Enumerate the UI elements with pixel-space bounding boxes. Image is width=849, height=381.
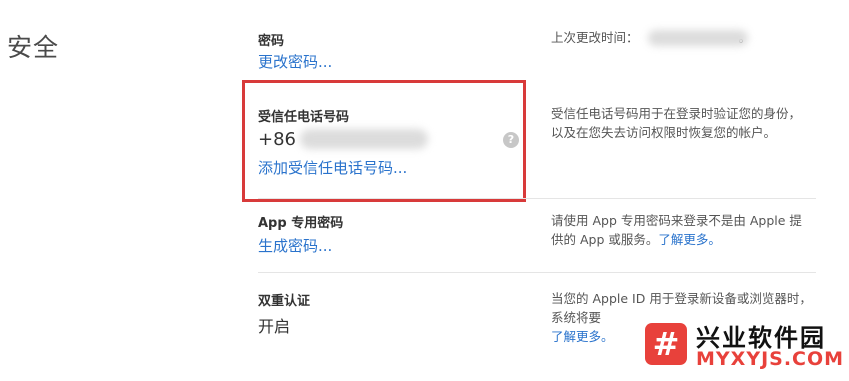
two-factor-learn-more-link[interactable]: 了解更多。 [551,329,614,344]
info-icon[interactable]: ? [503,132,519,148]
password-label: 密码 [258,34,285,49]
app-password-desc: 请使用 App 专用密码来登录不是由 Apple 提供的 App 或服务。了解更… [551,211,813,249]
trusted-phone-label: 受信任电话号码 [258,110,350,125]
two-factor-label: 双重认证 [258,294,311,309]
password-last-changed-label: 上次更改时间： [551,30,639,45]
trusted-phone-desc: 受信任电话号码用于在登录时验证您的身份，以及在您失去访问权限时恢复您的帐户。 [551,106,802,140]
watermark-logo-icon: # [645,323,687,365]
divider [258,272,816,273]
watermark: # 兴业软件园 MYXYJS.COM [640,318,846,374]
app-password-label: App 专用密码 [258,216,344,231]
two-factor-status: 开启 [258,317,291,336]
section-title: 安全 [7,33,60,62]
redacted-date [648,30,748,46]
generate-password-link[interactable]: 生成密码... [258,235,332,256]
divider [258,198,816,199]
app-password-learn-more-link[interactable]: 了解更多。 [658,232,721,247]
add-trusted-phone-link[interactable]: 添加受信任电话号码... [258,157,407,178]
watermark-name-en: MYXYJS.COM [696,348,845,370]
change-password-link[interactable]: 更改密码... [258,51,332,72]
trusted-phone-number: +86 [258,129,296,150]
redacted-phone-number [300,129,428,149]
